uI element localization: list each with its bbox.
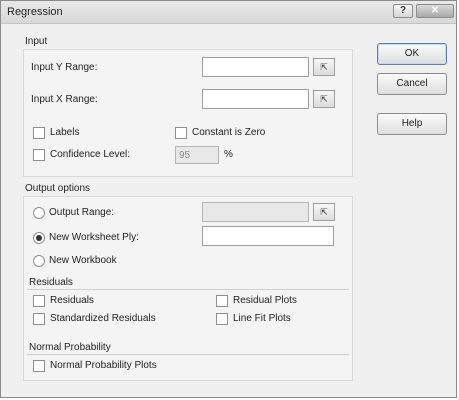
line-fit-plots-checkbox[interactable] (216, 313, 228, 325)
new-worksheet-radio[interactable] (33, 232, 45, 244)
output-options-label: Output options (25, 183, 91, 194)
input-y-range-label: Input Y Range: (31, 62, 98, 73)
standardized-residuals-label: Standardized Residuals (50, 313, 156, 324)
line-fit-plots-label: Line Fit Plots (233, 313, 291, 324)
input-x-range-field[interactable] (202, 89, 309, 109)
input-x-range-label: Input X Range: (31, 94, 98, 105)
output-range-label: Output Range: (49, 207, 115, 218)
normal-probability-group-label: Normal Probability (29, 342, 111, 353)
input-y-range-field[interactable] (202, 57, 309, 77)
output-range-radio[interactable] (33, 207, 45, 219)
residual-plots-label: Residual Plots (233, 295, 297, 306)
standardized-residuals-checkbox[interactable] (33, 313, 45, 325)
normal-probability-divider (27, 354, 349, 355)
residuals-checkbox[interactable] (33, 295, 45, 307)
input-x-range-collapse-icon[interactable]: ⇱ (313, 90, 335, 108)
new-workbook-label: New Workbook (49, 255, 117, 266)
normal-probability-plots-label: Normal Probability Plots (50, 360, 157, 371)
close-icon[interactable]: ✕ (416, 4, 454, 18)
confidence-level-field[interactable] (175, 146, 219, 164)
window-title: Regression (7, 6, 63, 18)
ok-button[interactable]: OK (377, 43, 447, 65)
normal-probability-plots-checkbox[interactable] (33, 360, 45, 372)
help-button[interactable]: Help (377, 113, 447, 135)
confidence-level-label: Confidence Level: (50, 149, 131, 160)
residuals-divider (27, 289, 349, 290)
percent-label: % (224, 149, 233, 160)
radio-selected-dot (36, 235, 42, 241)
labels-checkbox[interactable] (33, 127, 45, 139)
input-group-label: Input (25, 36, 48, 47)
confidence-level-checkbox[interactable] (33, 149, 45, 161)
output-range-field[interactable] (202, 202, 309, 222)
residuals-label: Residuals (50, 295, 94, 306)
regression-dialog: Regression ? ✕ Input Input Y Range: ⇱ In… (0, 0, 457, 398)
new-workbook-radio[interactable] (33, 255, 45, 267)
labels-label: Labels (50, 127, 80, 138)
help-icon[interactable]: ? (393, 4, 413, 18)
residuals-group-label: Residuals (29, 277, 73, 288)
residual-plots-checkbox[interactable] (216, 295, 228, 307)
new-worksheet-field[interactable] (202, 226, 334, 246)
output-range-collapse-icon[interactable]: ⇱ (313, 203, 335, 221)
new-worksheet-label: New Worksheet Ply: (49, 232, 139, 243)
constant-zero-label: Constant is Zero (192, 127, 266, 138)
cancel-button[interactable]: Cancel (377, 73, 447, 95)
constant-zero-checkbox[interactable] (175, 127, 187, 139)
title-bar[interactable]: Regression ? ✕ (1, 1, 456, 24)
input-y-range-collapse-icon[interactable]: ⇱ (313, 58, 335, 76)
